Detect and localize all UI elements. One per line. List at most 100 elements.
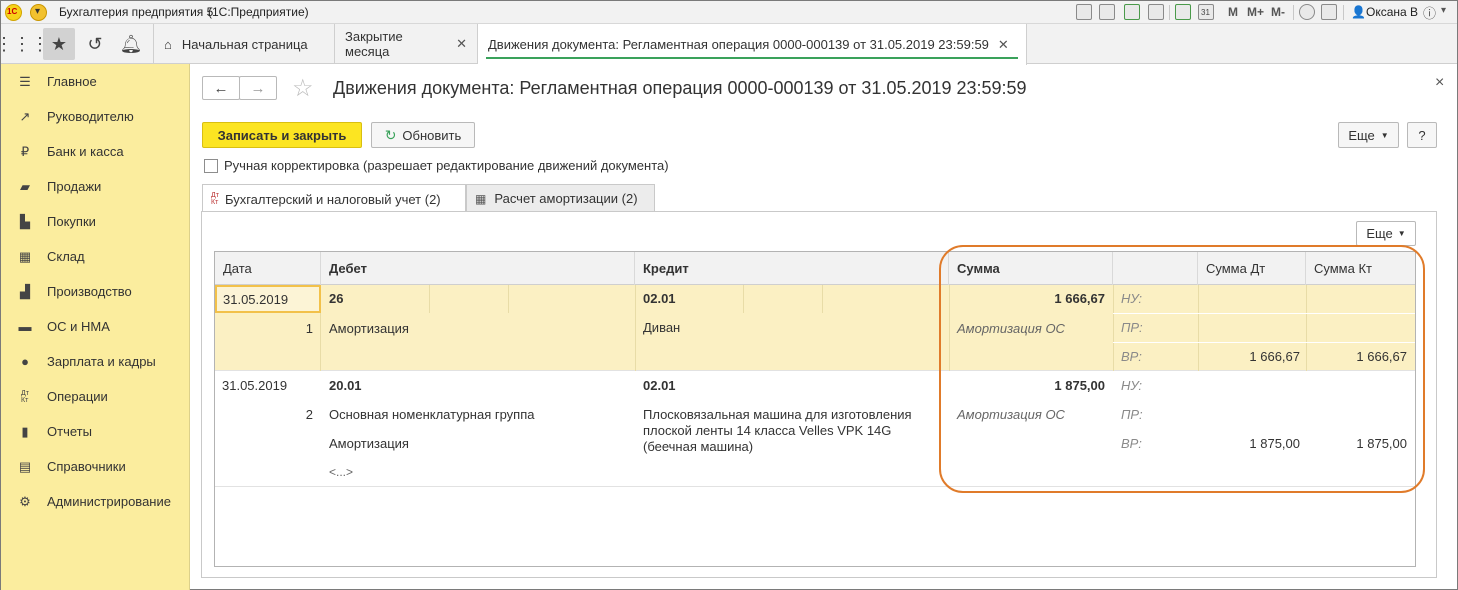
more-button[interactable]: Еще ▼ (1338, 122, 1399, 148)
content: Амортизация ОС (957, 321, 1065, 336)
close-icon[interactable]: ✕ (456, 36, 467, 52)
options-icon[interactable]: ⓘ (1423, 3, 1436, 22)
close-form-icon[interactable]: × (1435, 74, 1444, 92)
favorites-star-icon[interactable]: ★ (43, 28, 75, 60)
type-vr: ВР: (1121, 349, 1142, 364)
attach-icon[interactable] (1124, 4, 1140, 20)
amount: 1 875,00 (1054, 378, 1105, 393)
factory-icon: ▟ (20, 283, 30, 299)
movements-table[interactable]: Дата Дебет Кредит Сумма Сумма Дт Сумма К… (214, 251, 1416, 567)
memory-plus-button[interactable]: M+ (1247, 5, 1264, 19)
calculator-icon[interactable] (1175, 4, 1191, 20)
date-cell-focused[interactable]: 31.05.2019 (215, 285, 321, 313)
cell-divider (429, 285, 430, 313)
sidebar-item-sales[interactable]: ▰ Продажи (1, 169, 190, 204)
sidebar-item-main[interactable]: ☰ Главное (1, 64, 190, 99)
favorite-star-icon[interactable]: ☆ (292, 74, 314, 103)
table-row[interactable]: 31.05.2019 1 26 Амортизация 02.01 Диван … (215, 285, 1415, 371)
save-icon[interactable] (1076, 4, 1092, 20)
sidebar-item-fixed-assets[interactable]: ▬ ОС и НМА (1, 309, 190, 344)
tab-document-movements[interactable]: Движения документа: Регламентная операци… (478, 24, 1027, 65)
memory-button[interactable]: M (1228, 5, 1238, 19)
window-menu-icon[interactable]: ▾ (1441, 5, 1446, 16)
sidebar-item-label: Производство (47, 284, 132, 299)
sidebar-item-manager[interactable]: ↗ Руководителю (1, 99, 190, 134)
credit-subconto: плоской ленты 14 класса Velles VPK 14G (643, 423, 892, 438)
all-functions-icon[interactable]: ⋮⋮⋮ (0, 28, 49, 60)
close-icon[interactable]: ✕ (998, 37, 1009, 53)
type-pr: ПР: (1121, 407, 1143, 422)
sidebar-item-label: Продажи (47, 179, 102, 194)
credit-account: 02.01 (643, 378, 676, 393)
column-header-sum-kt[interactable]: Сумма Кт (1306, 252, 1415, 285)
sidebar-item-operations[interactable]: Дт Кт Операции (1, 379, 190, 414)
sidebar-item-administration[interactable]: ⚙ Администрирование (1, 484, 190, 519)
scan-icon[interactable] (1148, 4, 1164, 20)
cell-divider (508, 285, 509, 313)
person-icon: ● (21, 354, 29, 369)
tab-accounting[interactable]: Дт Кт Бухгалтерский и налоговый учет (2) (202, 184, 466, 213)
toolbar-separator (1293, 5, 1294, 20)
refresh-button[interactable]: ↻ Обновить (371, 122, 475, 148)
toolbar-separator (1169, 5, 1170, 20)
menu-icon: ☰ (19, 73, 31, 89)
sidebar-item-label: Справочники (47, 459, 126, 474)
cell-divider (1113, 285, 1114, 371)
type-pr: ПР: (1121, 320, 1143, 335)
sidebar-item-label: Покупки (47, 214, 96, 229)
memory-minus-button[interactable]: M- (1271, 5, 1285, 19)
sidebar-item-production[interactable]: ▟ Производство (1, 274, 190, 309)
sidebar-item-payroll[interactable]: ● Зарплата и кадры (1, 344, 190, 379)
tab-home[interactable]: ⌂ Начальная страница (153, 24, 335, 64)
debit-account: 20.01 (329, 378, 362, 393)
back-button[interactable]: ← (202, 76, 240, 100)
cell-divider (635, 285, 636, 371)
credit-account: 02.01 (643, 291, 676, 306)
save-and-close-button[interactable]: Записать и закрыть (202, 122, 362, 148)
chevron-down-icon: ▼ (1397, 229, 1406, 238)
app-menu-icon[interactable]: ▾ (30, 4, 47, 21)
panels-icon[interactable] (1321, 4, 1337, 20)
dt-kt-icon: Дт Кт (21, 389, 29, 404)
sidebar-item-bank[interactable]: ₽ Банк и касса (1, 134, 190, 169)
cell-divider (822, 285, 823, 313)
column-header-date[interactable]: Дата (215, 252, 321, 285)
zoom-icon[interactable] (1299, 4, 1315, 20)
tab-month-close[interactable]: Закрытие месяца ✕ (335, 24, 478, 64)
manual-edit-label: Ручная корректировка (разрешает редактир… (224, 158, 669, 173)
arrow-left-icon: ← (213, 79, 229, 97)
column-header-credit[interactable]: Кредит (635, 252, 949, 285)
notifications-bell-icon[interactable]: 🔔︎ (115, 28, 147, 60)
more-label: Еще (1348, 127, 1375, 143)
sidebar-item-reports[interactable]: ▮ Отчеты (1, 414, 190, 449)
column-header-debit[interactable]: Дебет (321, 252, 635, 285)
column-header-amount[interactable]: Сумма (949, 252, 1113, 285)
row-date: 31.05.2019 (223, 292, 289, 307)
sidebar-item-catalogs[interactable]: ▤ Справочники (1, 449, 190, 484)
manual-edit-checkbox[interactable] (204, 159, 218, 173)
chevron-down-icon: ▼ (1380, 130, 1389, 140)
sidebar-item-label: Операции (47, 389, 108, 404)
tab-label: Начальная страница (181, 36, 308, 52)
history-icon[interactable]: ↺ (79, 28, 111, 60)
debit-subconto-more[interactable]: <...> (329, 465, 353, 479)
cell-divider (949, 285, 950, 371)
forward-button[interactable]: → (239, 76, 277, 100)
sidebar-item-warehouse[interactable]: ▦ Склад (1, 239, 190, 274)
type-nu: НУ: (1121, 291, 1143, 306)
books-icon: ▤ (18, 458, 32, 474)
print-icon[interactable] (1099, 4, 1115, 20)
sidebar-item-purchases[interactable]: ▙ Покупки (1, 204, 190, 239)
table-row[interactable]: 31.05.2019 2 20.01 Основная номенклатурн… (215, 372, 1415, 487)
grid-more-button[interactable]: Еще ▼ (1356, 221, 1416, 246)
help-button[interactable]: ? (1407, 122, 1437, 148)
column-header-type[interactable] (1113, 252, 1198, 285)
user-name[interactable]: Оксана В (1366, 5, 1418, 19)
row-number: 2 (305, 407, 313, 422)
tab-depreciation[interactable]: ▦ Расчет амортизации (2) (466, 184, 655, 212)
sidebar-item-label: Зарплата и кадры (47, 354, 156, 369)
ruble-icon: ₽ (20, 143, 30, 159)
column-header-sum-dt[interactable]: Сумма Дт (1198, 252, 1306, 285)
sidebar-item-label: Администрирование (47, 494, 171, 509)
calendar-icon[interactable]: 31 (1198, 4, 1214, 20)
